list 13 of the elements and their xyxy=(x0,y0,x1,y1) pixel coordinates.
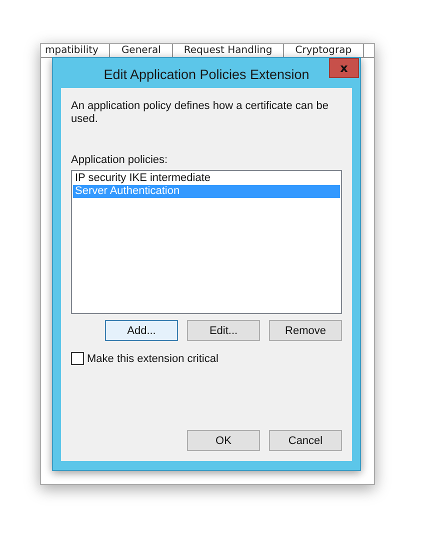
dialog-button[interactable]: OK xyxy=(187,430,260,451)
description-text: An application policy defines how a certificate can be used. xyxy=(71,100,330,126)
list-item[interactable]: IP security IKE intermediate xyxy=(73,172,340,185)
dialog-button[interactable]: Cancel xyxy=(269,430,342,451)
policy-list[interactable]: IP security IKE intermediate Server Authentication xyxy=(71,170,342,314)
list-button[interactable]: Remove xyxy=(269,320,342,341)
checkbox-label: Make this extension critical xyxy=(87,352,218,364)
close-button[interactable]: x xyxy=(329,58,359,78)
checkbox[interactable] xyxy=(71,352,84,365)
list-label: Application policies: xyxy=(71,154,169,166)
window-title: Edit Application Policies Extension xyxy=(104,66,310,82)
list-button[interactable]: Add... xyxy=(105,320,178,341)
list-button[interactable]: Edit... xyxy=(187,320,260,341)
